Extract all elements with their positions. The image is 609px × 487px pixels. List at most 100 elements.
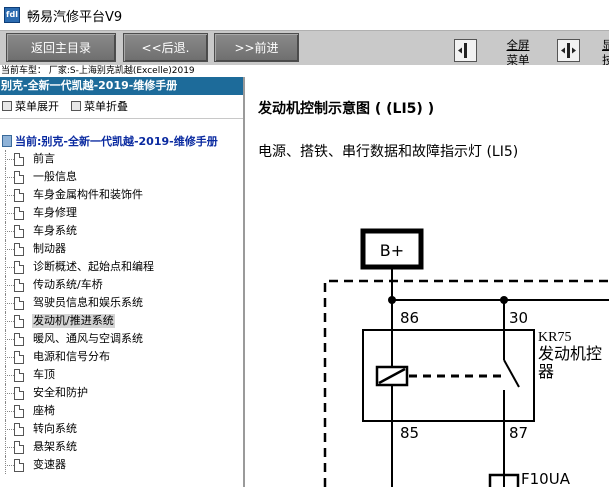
document-icon: [14, 405, 24, 418]
menu-collapse-button[interactable]: 菜单折叠: [71, 98, 128, 114]
tree-branch: [5, 339, 14, 340]
tree-item-label: 传动系统/车桥: [33, 278, 103, 291]
menu-expand-button[interactable]: 菜单展开: [2, 98, 59, 114]
document-icon: [14, 279, 24, 292]
tree-item-label: 暖风、通风与空调系统: [33, 332, 143, 345]
tree-item[interactable]: 一般信息: [0, 168, 243, 186]
pin-85-label: 85: [400, 424, 419, 442]
tree-item[interactable]: 变速器: [0, 456, 243, 474]
tree-item-label: 车身修理: [33, 206, 77, 219]
tree-item[interactable]: 悬架系统: [0, 438, 243, 456]
tree-item[interactable]: 电源和信号分布: [0, 348, 243, 366]
document-icon: [14, 369, 24, 382]
relay-switch-icon: [503, 359, 520, 388]
fullscreen-icon[interactable]: [454, 39, 477, 62]
pin-30-label: 30: [509, 309, 528, 327]
tree-branch: [5, 447, 14, 448]
fullscreen-label-line1: 全屏: [506, 38, 530, 52]
tree-branch: [5, 393, 14, 394]
tree-item-label: 诊断概述、起始点和编程: [33, 260, 154, 273]
window-title: 畅易汽修平台V9: [27, 9, 123, 25]
relay-id: KR75: [538, 330, 571, 345]
book-icon: [2, 135, 12, 147]
tree-item-label: 变速器: [33, 458, 66, 471]
fuse-label: F10UA: [521, 470, 571, 487]
pin-87-label: 87: [509, 424, 528, 442]
toolbar: 返回主目录 <<后退. >>前进 全屏 菜单 显 技: [0, 30, 609, 68]
tree-item[interactable]: 传动系统/车桥: [0, 276, 243, 294]
document-icon: [14, 387, 24, 400]
tree-item-label: 驾驶员信息和娱乐系统: [33, 296, 143, 309]
relay-name-line2: 器: [538, 363, 554, 381]
document-icon: [14, 297, 24, 310]
back-button[interactable]: <<后退.: [123, 33, 208, 62]
document-icon: [14, 423, 24, 436]
expand-link[interactable]: 显 技: [602, 38, 609, 68]
tree-branch: [5, 357, 14, 358]
document-icon: [14, 207, 24, 220]
document-icon: [14, 441, 24, 454]
manual-tree: 前言一般信息车身金属构件和装饰件车身修理车身系统制动器诊断概述、起始点和编程 传动…: [0, 150, 243, 474]
pin-86-label: 86: [400, 309, 419, 327]
tree-item[interactable]: 车身修理: [0, 204, 243, 222]
divider: [0, 118, 243, 119]
tree-item[interactable]: 车身金属构件和装饰件: [0, 186, 243, 204]
tree-item-label: 电源和信号分布: [33, 350, 110, 363]
document-icon: [14, 153, 24, 166]
title-bar: fdl 畅易汽修平台V9: [0, 0, 609, 30]
supply-label: B+: [380, 241, 404, 260]
expand-icon[interactable]: [557, 39, 580, 62]
tree-item[interactable]: 安全和防护: [0, 384, 243, 402]
tree-branch: [5, 321, 14, 322]
manual-header: 别克-全新一代凯越-2019-维修手册: [0, 77, 243, 95]
tree-branch: [5, 159, 14, 160]
sidebar: 别克-全新一代凯越-2019-维修手册 菜单展开 菜单折叠 当前:别克-全新一代…: [0, 77, 245, 487]
document-icon: [14, 189, 24, 202]
tree-item-label: 车身系统: [33, 224, 77, 237]
document-icon: [14, 459, 24, 472]
forward-button[interactable]: >>前进: [214, 33, 299, 62]
menu-collapse-label: 菜单折叠: [84, 100, 128, 113]
tree-branch: [5, 231, 14, 232]
tree-item[interactable]: 诊断概述、起始点和编程: [0, 258, 243, 276]
tree-item-label: 转向系统: [33, 422, 77, 435]
tree-item[interactable]: 前言: [0, 150, 243, 168]
tree-item-label: 座椅: [33, 404, 55, 417]
tree-item-label: 前言: [33, 152, 55, 165]
tree-branch: [5, 411, 14, 412]
tree-item-label: 发动机/推进系统: [32, 314, 115, 328]
tree-item-label: 一般信息: [33, 170, 77, 183]
tree-item[interactable]: 座椅: [0, 402, 243, 420]
tree-branch: [5, 303, 14, 304]
module-boundary: [323, 279, 609, 487]
expand-arrows-icon: [561, 43, 576, 58]
tree-item[interactable]: 转向系统: [0, 420, 243, 438]
tree-root-label: 当前:别克-全新一代凯越-2019-维修手册: [15, 135, 218, 148]
app-icon: fdl: [4, 7, 20, 23]
tree-item[interactable]: 车顶: [0, 366, 243, 384]
tree-branch: [5, 429, 14, 430]
tree-branch: [5, 195, 14, 196]
tree-branch: [5, 285, 14, 286]
content-panel: 发动机控制示意图 ( (LI5) ) 电源、搭铁、串行数据和故障指示灯 (LI5…: [247, 77, 609, 487]
fullscreen-menu-link[interactable]: 全屏 菜单: [500, 38, 536, 68]
menu-row: 菜单展开 菜单折叠: [0, 96, 243, 116]
document-icon: [14, 333, 24, 346]
tree-item[interactable]: 制动器: [0, 240, 243, 258]
tree-branch: [5, 177, 14, 178]
document-icon: [14, 261, 24, 274]
tree-item-label: 安全和防护: [33, 386, 88, 399]
tree-root[interactable]: 当前:别克-全新一代凯越-2019-维修手册: [2, 133, 218, 149]
tree-item-label: 车顶: [33, 368, 55, 381]
tree-item[interactable]: 车身系统: [0, 222, 243, 240]
document-icon: [14, 315, 24, 328]
tree-item-label: 制动器: [33, 242, 66, 255]
tree-item-label: 悬架系统: [33, 440, 77, 453]
fullscreen-arrows-icon: [458, 43, 467, 58]
main-menu-button[interactable]: 返回主目录: [6, 33, 116, 62]
tree-item[interactable]: 驾驶员信息和娱乐系统: [0, 294, 243, 312]
collapse-tree-icon: [71, 101, 81, 111]
tree-item[interactable]: 暖风、通风与空调系统: [0, 330, 243, 348]
document-icon: [14, 225, 24, 238]
tree-item[interactable]: 发动机/推进系统: [0, 312, 243, 330]
